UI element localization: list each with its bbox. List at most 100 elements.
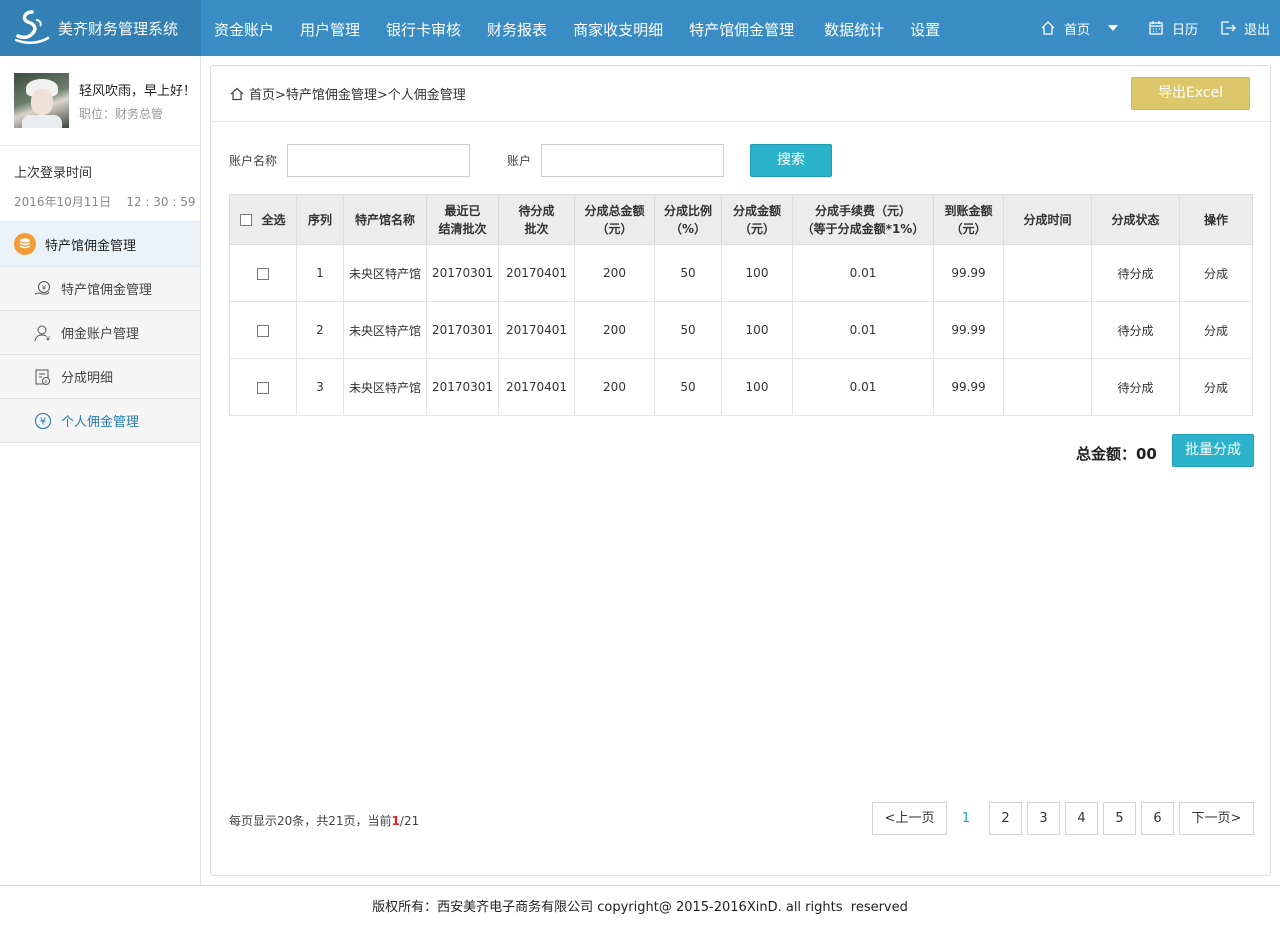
header-last-batch: 最近已 结清批次 — [426, 194, 499, 245]
pagination: <上一页 1 2 3 4 5 6 下一页> — [872, 802, 1254, 835]
main-panel: 首页>特产馆佣金管理>个人佣金管理 导出Excel 账户名称 账户 搜索 全选 … — [210, 65, 1271, 876]
nav-item-statistics[interactable]: 数据统计 — [811, 0, 897, 56]
logo-icon — [14, 10, 50, 44]
logout-icon — [1221, 21, 1236, 35]
page-button-current[interactable]: 1 — [947, 811, 985, 826]
sidebar-group-commission[interactable]: 特产馆佣金管理 — [0, 222, 200, 267]
export-excel-button[interactable]: 导出Excel — [1131, 77, 1250, 110]
batch-split-button[interactable]: 批量分成 — [1172, 434, 1254, 467]
table-header-row: 全选 序列 特产馆名称 最近已 结清批次 待分成 批次 分成总金额 （元） 分成比例（… — [229, 194, 1253, 245]
account-name-label: 账户名称 — [229, 154, 278, 168]
account-input[interactable] — [541, 144, 725, 177]
cell-last-batch: 20170301 — [426, 244, 499, 302]
header-time: 分成时间 — [1003, 194, 1092, 245]
footer-copyright: 版权所有：西安美齐电子商务有限公司 copyright@ 2015-2016Xi… — [0, 885, 1280, 930]
home-link[interactable]: 首页 — [1040, 19, 1126, 38]
page-button[interactable]: 4 — [1065, 802, 1098, 835]
home-icon — [1041, 21, 1055, 35]
split-link[interactable]: 分成 — [1179, 358, 1253, 416]
cell-index: 1 — [296, 244, 344, 302]
account-name-input[interactable] — [287, 144, 471, 177]
header-index: 序列 — [296, 194, 344, 245]
sidebar-item-label: 特产馆佣金管理 — [61, 283, 153, 298]
calendar-icon — [1149, 21, 1163, 35]
header-operation: 操作 — [1179, 194, 1253, 245]
split-link[interactable]: 分成 — [1179, 244, 1253, 302]
breadcrumb[interactable]: 首页>特产馆佣金管理>个人佣金管理 — [249, 84, 466, 103]
header-amount: 分成金额 （元） — [721, 194, 793, 245]
cell-fee: 0.01 — [792, 244, 934, 302]
table-row: 3 未央区特产馆 20170301 20170401 200 50 100 0.… — [229, 358, 1253, 416]
header-store: 特产馆名称 — [343, 194, 427, 245]
greeting: 轻风吹雨，早上好！ — [79, 83, 197, 99]
nav-item-financial-report[interactable]: 财务报表 — [474, 0, 560, 56]
home-label: 首页 — [1063, 22, 1090, 38]
header-fee: 分成手续费（元） （等于分成金额*1%） — [792, 194, 934, 245]
row-checkbox[interactable] — [257, 267, 269, 280]
sidebar-item-store-commission[interactable]: ¥ 特产馆佣金管理 — [0, 267, 200, 311]
logout-link[interactable]: 退出 — [1220, 19, 1270, 38]
nav-item-commission[interactable]: 特产馆佣金管理 — [676, 0, 811, 56]
row-checkbox-cell[interactable] — [229, 244, 297, 302]
nav-item-fund-account[interactable]: 资金账户 — [201, 0, 287, 56]
home-icon[interactable] — [230, 87, 244, 101]
split-link[interactable]: 分成 — [1179, 301, 1253, 359]
page-button[interactable]: 6 — [1141, 802, 1174, 835]
cell-ratio: 50 — [654, 301, 722, 359]
nav-item-user-management[interactable]: 用户管理 — [287, 0, 373, 56]
header-pending-batch: 待分成 批次 — [498, 194, 575, 245]
header-select-all[interactable]: 全选 — [229, 194, 297, 245]
page-button[interactable]: 2 — [989, 802, 1022, 835]
commission-table: 全选 序列 特产馆名称 最近已 结清批次 待分成 批次 分成总金额 （元） 分成比例（… — [229, 194, 1253, 416]
sidebar-item-personal-commission[interactable]: ¥ 个人佣金管理 — [0, 399, 200, 443]
page-button[interactable]: 3 — [1027, 802, 1060, 835]
sidebar-item-commission-account[interactable]: ¥ 佣金账户管理 — [0, 311, 200, 355]
nav-item-settings[interactable]: 设置 — [897, 0, 953, 56]
cell-store: 未央区特产馆 — [343, 301, 427, 359]
top-bar: 美齐财务管理系统 资金账户 用户管理 银行卡审核 财务报表 商家收支明细 特产馆… — [0, 0, 1280, 56]
search-bar: 账户名称 账户 搜索 — [229, 144, 833, 177]
cell-received: 99.99 — [933, 301, 1004, 359]
main-nav: 资金账户 用户管理 银行卡审核 财务报表 商家收支明细 特产馆佣金管理 数据统计… — [201, 0, 953, 56]
cell-amount: 100 — [721, 244, 793, 302]
cell-fee: 0.01 — [792, 301, 934, 359]
last-login: 上次登录时间 2016年10月11日 12 : 30 : 59 — [0, 146, 200, 222]
sidebar-item-split-details[interactable]: ¥ 分成明细 — [0, 355, 200, 399]
svg-text:¥: ¥ — [44, 379, 48, 385]
last-login-label: 上次登录时间 — [14, 166, 93, 181]
header-received: 到账金额 （元） — [933, 194, 1004, 245]
prev-page-button[interactable]: <上一页 — [872, 802, 947, 835]
nav-item-merchant-details[interactable]: 商家收支明细 — [560, 0, 676, 56]
next-page-button[interactable]: 下一页> — [1179, 802, 1254, 835]
brand[interactable]: 美齐财务管理系统 — [0, 0, 201, 56]
row-checkbox[interactable] — [257, 381, 269, 394]
table-row: 2 未央区特产馆 20170301 20170401 200 50 100 0.… — [229, 301, 1253, 359]
svg-text:¥: ¥ — [46, 335, 51, 342]
cell-received: 99.99 — [933, 244, 1004, 302]
chevron-down-icon[interactable] — [1107, 25, 1118, 31]
header-ratio: 分成比例 （%） — [654, 194, 722, 245]
account-label: 账户 — [507, 154, 532, 168]
cell-last-batch: 20170301 — [426, 358, 499, 416]
row-checkbox-cell[interactable] — [229, 301, 297, 359]
cell-store: 未央区特产馆 — [343, 244, 427, 302]
calendar-label: 日历 — [1171, 22, 1198, 38]
sidebar-group-label: 特产馆佣金管理 — [45, 238, 137, 254]
search-button[interactable]: 搜索 — [750, 144, 833, 177]
nav-item-bank-card-review[interactable]: 银行卡审核 — [373, 0, 474, 56]
cell-status: 待分成 — [1091, 244, 1180, 302]
row-checkbox[interactable] — [257, 324, 269, 337]
row-checkbox-cell[interactable] — [229, 358, 297, 416]
app-title: 美齐财务管理系统 — [58, 19, 179, 38]
cell-amount: 100 — [721, 301, 793, 359]
cell-store: 未央区特产馆 — [343, 358, 427, 416]
hand-coin-icon: ¥ — [34, 280, 50, 294]
select-all-checkbox[interactable] — [240, 213, 253, 226]
cell-time — [1003, 244, 1092, 302]
cell-status: 待分成 — [1091, 301, 1180, 359]
cell-time — [1003, 301, 1092, 359]
logout-label: 退出 — [1243, 22, 1270, 38]
page-button[interactable]: 5 — [1103, 802, 1136, 835]
document-yen-icon: ¥ — [35, 369, 50, 385]
calendar-link[interactable]: 日历 — [1148, 19, 1198, 38]
